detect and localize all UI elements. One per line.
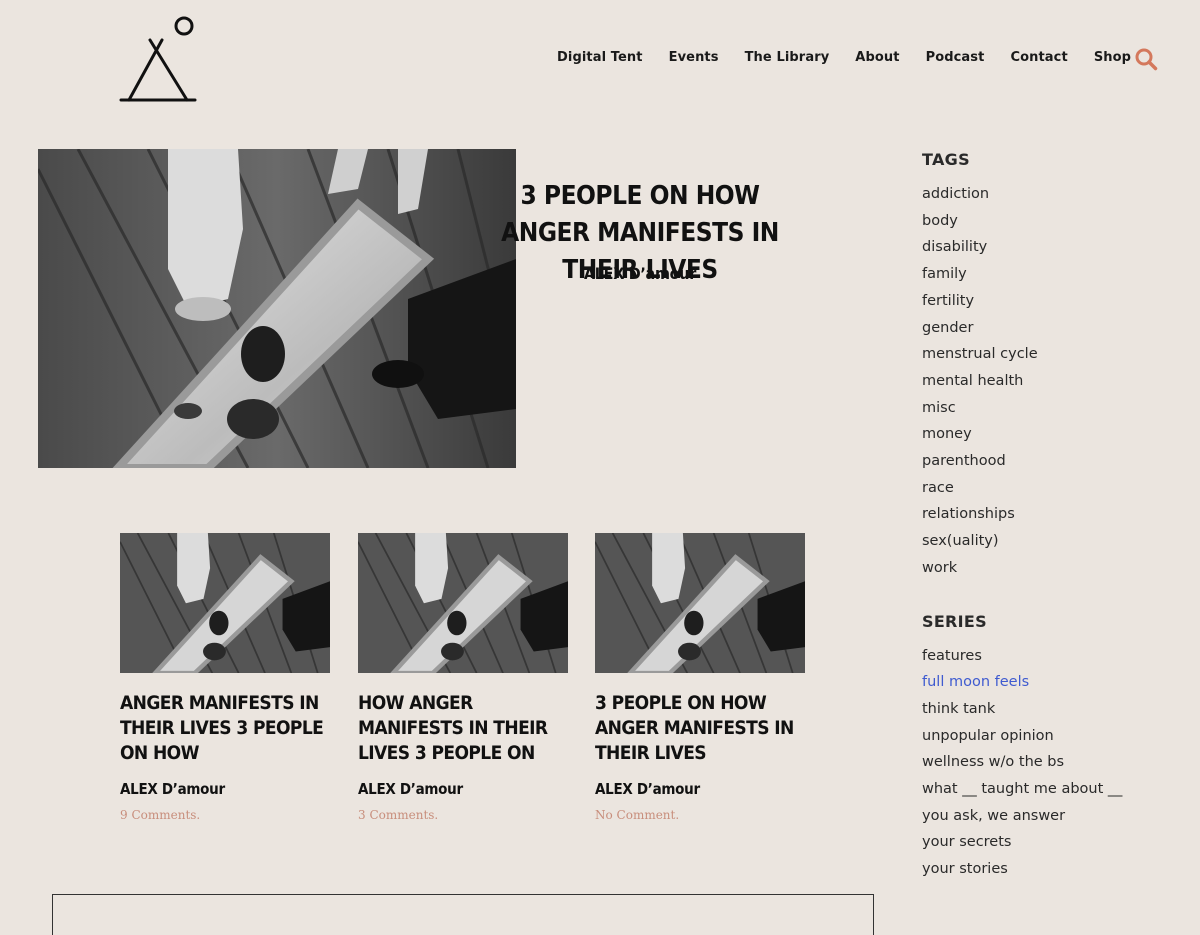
tag-link[interactable]: sex(uality) — [922, 533, 999, 549]
tag-item: addiction — [922, 181, 1182, 208]
tag-link[interactable]: body — [922, 213, 958, 229]
series-link[interactable]: wellness w/o the bs — [922, 754, 1064, 770]
tag-link[interactable]: gender — [922, 320, 973, 336]
series-link[interactable]: think tank — [922, 701, 995, 717]
post-card: HOW ANGER MANIFESTS IN THEIR LIVES 3 PEO… — [358, 533, 568, 822]
search-icon[interactable] — [1134, 47, 1158, 71]
tags-heading: TAGS — [922, 150, 970, 169]
sidebar: TAGS addiction body disability family fertil… — [922, 150, 1182, 883]
tag-item: sex(uality) — [922, 528, 1182, 555]
post-title[interactable]: ANGER MANIFESTS IN THEIR LIVES 3 PEOPLE … — [120, 691, 330, 766]
tag-item: family — [922, 261, 1182, 288]
tag-item: disability — [922, 234, 1182, 261]
series-item: think tank — [922, 696, 1182, 723]
series-link[interactable]: your secrets — [922, 834, 1011, 850]
tag-item: menstrual cycle — [922, 341, 1182, 368]
post-author[interactable]: ALEX D’amour — [120, 780, 330, 798]
series-link[interactable]: unpopular opinion — [922, 728, 1054, 744]
series-link[interactable]: you ask, we answer — [922, 808, 1065, 824]
nav-digital-tent[interactable]: Digital Tent — [557, 50, 643, 65]
series-item: wellness w/o the bs — [922, 749, 1182, 776]
post-comments-link[interactable]: 3 Comments. — [358, 808, 568, 822]
nav-about[interactable]: About — [855, 50, 899, 65]
post-thumbnail[interactable] — [120, 533, 330, 673]
post-thumbnail[interactable] — [595, 533, 805, 673]
series-item: features — [922, 643, 1182, 670]
tags-list: addiction body disability family fertility ge… — [922, 181, 1182, 582]
tag-link[interactable]: money — [922, 426, 972, 442]
series-item: what __ taught me about __ — [922, 776, 1182, 803]
nav-the-library[interactable]: The Library — [745, 50, 830, 65]
series-item: you ask, we answer — [922, 803, 1182, 830]
tag-link[interactable]: menstrual cycle — [922, 346, 1038, 362]
series-link[interactable]: your stories — [922, 861, 1008, 877]
nav-shop[interactable]: Shop — [1094, 50, 1131, 65]
tag-item: body — [922, 208, 1182, 235]
tag-link[interactable]: disability — [922, 239, 987, 255]
post-card: ANGER MANIFESTS IN THEIR LIVES 3 PEOPLE … — [120, 533, 330, 822]
tag-item: work — [922, 555, 1182, 582]
tag-link[interactable]: family — [922, 266, 967, 282]
series-item: unpopular opinion — [922, 723, 1182, 750]
series-item: your stories — [922, 856, 1182, 883]
tag-link[interactable]: misc — [922, 400, 956, 416]
nav-events[interactable]: Events — [669, 50, 719, 65]
tag-item: race — [922, 475, 1182, 502]
mirror-photo-image — [38, 149, 516, 468]
tag-item: misc — [922, 395, 1182, 422]
tag-item: gender — [922, 315, 1182, 342]
post-comments-link[interactable]: No Comment. — [595, 808, 805, 822]
nav-podcast[interactable]: Podcast — [926, 50, 985, 65]
tag-item: fertility — [922, 288, 1182, 315]
tag-link[interactable]: relationships — [922, 506, 1015, 522]
tag-link[interactable]: work — [922, 560, 957, 576]
series-item: your secrets — [922, 829, 1182, 856]
post-thumbnail[interactable] — [358, 533, 568, 673]
tag-link[interactable]: addiction — [922, 186, 989, 202]
series-link[interactable]: features — [922, 648, 982, 664]
series-heading: SERIES — [922, 611, 987, 631]
nav-contact[interactable]: Contact — [1010, 50, 1067, 65]
post-comments-link[interactable]: 9 Comments. — [120, 808, 330, 822]
post-author[interactable]: ALEX D’amour — [358, 780, 568, 798]
featured-post-author[interactable]: ALEX D’amour — [540, 264, 740, 283]
tent-logo-icon — [119, 16, 197, 102]
tag-item: parenthood — [922, 448, 1182, 475]
bottom-box-border — [52, 894, 874, 935]
series-item: full moon feels — [922, 669, 1182, 696]
site-logo[interactable] — [118, 14, 198, 106]
tag-link[interactable]: fertility — [922, 293, 974, 309]
series-link[interactable]: full moon feels — [922, 674, 1029, 690]
post-title[interactable]: 3 PEOPLE ON HOW ANGER MANIFESTS IN THEIR… — [595, 691, 805, 766]
series-link[interactable]: what __ taught me about __ — [922, 781, 1122, 797]
post-author[interactable]: ALEX D’amour — [595, 780, 805, 798]
main-nav: Digital Tent Events The Library About Podcas… — [557, 50, 1131, 65]
tag-link[interactable]: mental health — [922, 373, 1023, 389]
series-list: features full moon feels think tank unpopul… — [922, 643, 1182, 883]
tag-item: relationships — [922, 501, 1182, 528]
tag-link[interactable]: race — [922, 480, 954, 496]
tag-link[interactable]: parenthood — [922, 453, 1006, 469]
tag-item: money — [922, 421, 1182, 448]
post-card: 3 PEOPLE ON HOW ANGER MANIFESTS IN THEIR… — [595, 533, 805, 822]
post-title[interactable]: HOW ANGER MANIFESTS IN THEIR LIVES 3 PEO… — [358, 691, 568, 766]
featured-image[interactable] — [38, 149, 516, 468]
tag-item: mental health — [922, 368, 1182, 395]
